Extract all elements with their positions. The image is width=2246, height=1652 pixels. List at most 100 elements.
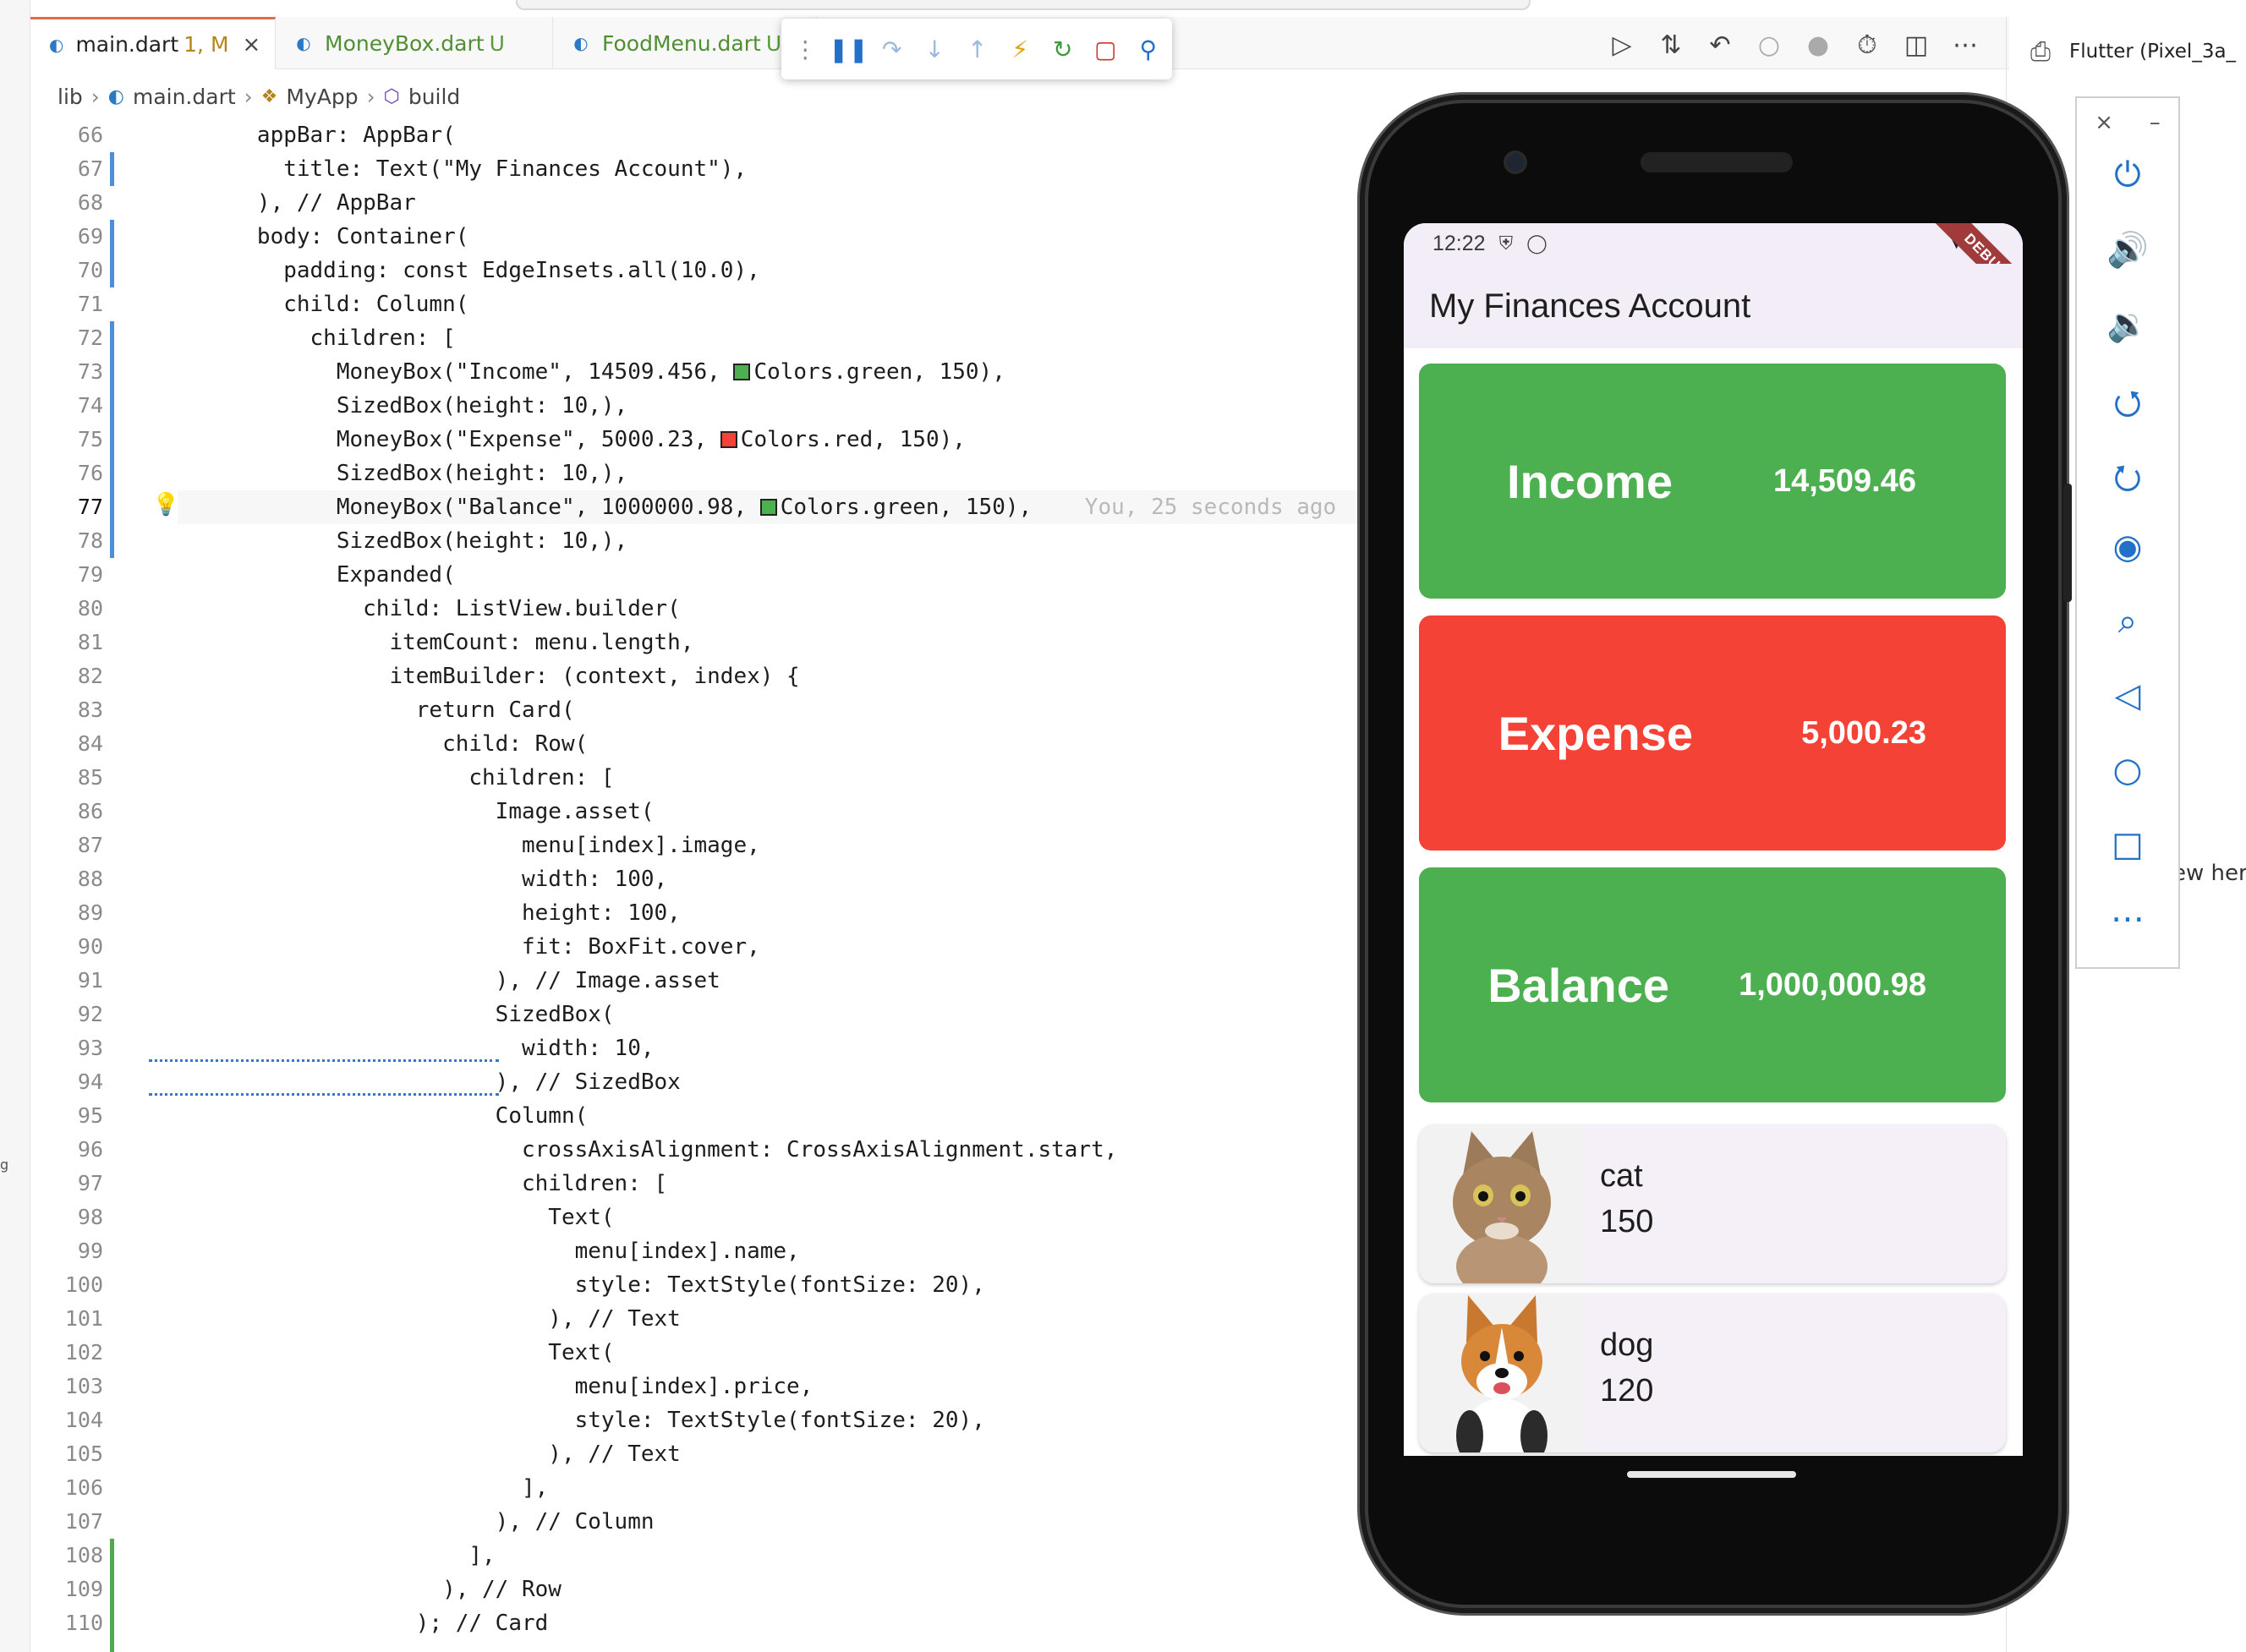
devtools-icon[interactable]: ⚲	[1135, 35, 1163, 63]
code-line[interactable]: title: Text("My Finances Account"),	[178, 152, 1378, 186]
split-editor-icon[interactable]: ◫	[1901, 30, 1931, 60]
home-icon[interactable]: ○	[2077, 751, 2178, 790]
device-icon[interactable]: ⎙	[2030, 37, 2051, 67]
chevron-right-icon: ›	[366, 85, 375, 109]
tab-label: MoneyBox.dart	[325, 30, 485, 56]
code-line[interactable]: Image.asset(	[178, 795, 1378, 829]
go-back-icon[interactable]: ↶	[1705, 30, 1735, 60]
code-line[interactable]: padding: const EdgeInsets.all(10.0),	[178, 254, 1378, 287]
code-line[interactable]: MoneyBox("Expense", 5000.23, Colors.red,…	[178, 423, 1378, 457]
color-swatch-icon[interactable]	[759, 499, 777, 516]
step-into-icon[interactable]: ↓	[921, 35, 949, 63]
menu-card-dog[interactable]: dog 120	[1419, 1294, 2006, 1452]
code-line[interactable]: Expanded(	[178, 558, 1378, 592]
code-line[interactable]: children: [	[178, 1167, 1378, 1201]
code-line[interactable]: menu[index].price,	[178, 1370, 1378, 1403]
lightbulb-icon[interactable]: 💡	[152, 492, 179, 517]
code-line[interactable]: itemBuilder: (context, index) {	[178, 659, 1378, 693]
more-actions-icon[interactable]: ⋯	[1950, 30, 1980, 60]
code-line[interactable]: return Card(	[178, 693, 1378, 727]
breadcrumb-method[interactable]: build	[408, 85, 460, 109]
code-line[interactable]: ), // Text	[178, 1302, 1378, 1336]
power-icon[interactable]: ⏻	[2077, 156, 2178, 194]
code-line[interactable]: child: Column(	[178, 287, 1378, 321]
camera-icon[interactable]: ◉	[2077, 528, 2178, 566]
code-line[interactable]: Column(	[178, 1099, 1378, 1133]
hot-reload-icon[interactable]: ⚡	[1006, 35, 1034, 63]
breadcrumb-lib[interactable]: lib	[58, 85, 83, 109]
home-indicator[interactable]	[1627, 1471, 1796, 1478]
menu-card-cat[interactable]: cat 150	[1419, 1124, 2006, 1283]
overview-icon[interactable]: □	[2077, 825, 2178, 864]
code-line[interactable]: SizedBox(	[178, 998, 1378, 1031]
close-icon[interactable]: ×	[243, 32, 261, 57]
code-line[interactable]: style: TextStyle(fontSize: 20),	[178, 1403, 1378, 1437]
code-line[interactable]: ), // AppBar	[178, 186, 1378, 220]
money-box-income[interactable]: Income 14,509.46	[1419, 364, 2006, 599]
drag-handle-icon[interactable]: ⋮	[792, 35, 819, 63]
code-line[interactable]: child: ListView.builder(	[178, 592, 1378, 626]
code-line[interactable]: ), // Image.asset	[178, 964, 1378, 998]
breadcrumb-file[interactable]: main.dart	[133, 85, 236, 109]
money-box-expense[interactable]: Expense 5,000.23	[1419, 615, 2006, 851]
code-line[interactable]: ), // Row	[178, 1573, 1378, 1606]
restart-icon[interactable]: ↻	[1049, 35, 1077, 63]
code-line[interactable]: ); // Card	[178, 1606, 1378, 1640]
code-line[interactable]: children: [	[178, 321, 1378, 355]
money-box-balance[interactable]: Balance 1,000,000.98	[1419, 867, 2006, 1102]
code-line[interactable]: menu[index].image,	[178, 829, 1378, 862]
tab-foodmenu-dart[interactable]: ◐ FoodMenu.dart U	[553, 17, 817, 69]
code-line[interactable]: Text(	[178, 1336, 1378, 1370]
previous-change-icon[interactable]: ○	[1754, 30, 1784, 60]
more-icon[interactable]: ⋯	[2077, 900, 2178, 938]
rotate-right-icon[interactable]: ⭮	[2077, 453, 2178, 511]
code-text: SizedBox(height: 10,),	[178, 461, 628, 486]
code-line[interactable]: children: [	[178, 761, 1378, 795]
code-line[interactable]: height: 100,	[178, 896, 1378, 930]
pause-icon[interactable]: ❚❚	[829, 35, 868, 63]
zoom-icon[interactable]: ⌕	[2077, 602, 2178, 641]
color-swatch-icon[interactable]	[720, 431, 737, 448]
code-line[interactable]: MoneyBox("Balance", 1000000.98, Colors.g…	[178, 490, 1378, 524]
back-icon[interactable]: ◁	[2077, 676, 2178, 715]
line-number: 106	[64, 1475, 103, 1500]
next-change-icon[interactable]: ●	[1803, 30, 1833, 60]
tab-main-dart[interactable]: ◐ main.dart 1, M ×	[30, 17, 276, 69]
code-line[interactable]: appBar: AppBar(	[178, 118, 1378, 152]
code-line[interactable]: SizedBox(height: 10,),	[178, 389, 1378, 423]
tab-moneybox-dart[interactable]: ◐ MoneyBox.dart U	[276, 17, 553, 69]
color-swatch-icon[interactable]	[733, 364, 751, 380]
minimize-icon[interactable]: –	[2150, 110, 2161, 135]
code-line[interactable]: SizedBox(height: 10,),	[178, 524, 1378, 558]
run-debug-icon[interactable]: ▷	[1607, 30, 1637, 60]
code-line[interactable]: crossAxisAlignment: CrossAxisAlignment.s…	[178, 1133, 1378, 1167]
run-target-label[interactable]: Flutter (Pixel_3a_	[2069, 41, 2236, 63]
code-line[interactable]: child: Row(	[178, 727, 1378, 761]
step-over-icon[interactable]: ↷	[879, 35, 907, 63]
code-line[interactable]: fit: BoxFit.cover,	[178, 930, 1378, 964]
source-control-icon[interactable]: ⇅	[1656, 30, 1686, 60]
code-editor[interactable]: appBar: AppBar( title: Text("My Finances…	[178, 118, 1378, 1640]
timeline-icon[interactable]: ⏱	[1852, 30, 1882, 60]
volume-up-icon[interactable]: 🔊	[2077, 230, 2178, 270]
breadcrumb-class[interactable]: MyApp	[286, 85, 358, 109]
code-line[interactable]: ],	[178, 1471, 1378, 1505]
code-line[interactable]: MoneyBox("Income", 14509.456, Colors.gre…	[178, 355, 1378, 389]
phone-emulator: 12:22 ⛨ ◯ ▼◢ DEBUG My Finances Account I…	[1365, 100, 2072, 1608]
volume-down-icon[interactable]: 🔉	[2077, 304, 2178, 344]
code-line[interactable]: ), // Column	[178, 1505, 1378, 1539]
stop-icon[interactable]: ▢	[1092, 35, 1120, 63]
code-line[interactable]: Text(	[178, 1201, 1378, 1234]
code-line[interactable]: style: TextStyle(fontSize: 20),	[178, 1268, 1378, 1302]
code-line[interactable]: ],	[178, 1539, 1378, 1573]
code-line[interactable]: body: Container(	[178, 220, 1378, 254]
close-icon[interactable]: ×	[2095, 110, 2113, 135]
code-line[interactable]: width: 100,	[178, 862, 1378, 896]
code-line[interactable]: ), // Text	[178, 1437, 1378, 1471]
code-line[interactable]: itemCount: menu.length,	[178, 626, 1378, 659]
code-line[interactable]: menu[index].name,	[178, 1234, 1378, 1268]
step-out-icon[interactable]: ↑	[964, 35, 992, 63]
code-text: children: [	[178, 765, 615, 790]
rotate-left-icon[interactable]: ⭯	[2077, 379, 2178, 436]
code-line[interactable]: SizedBox(height: 10,),	[178, 457, 1378, 490]
